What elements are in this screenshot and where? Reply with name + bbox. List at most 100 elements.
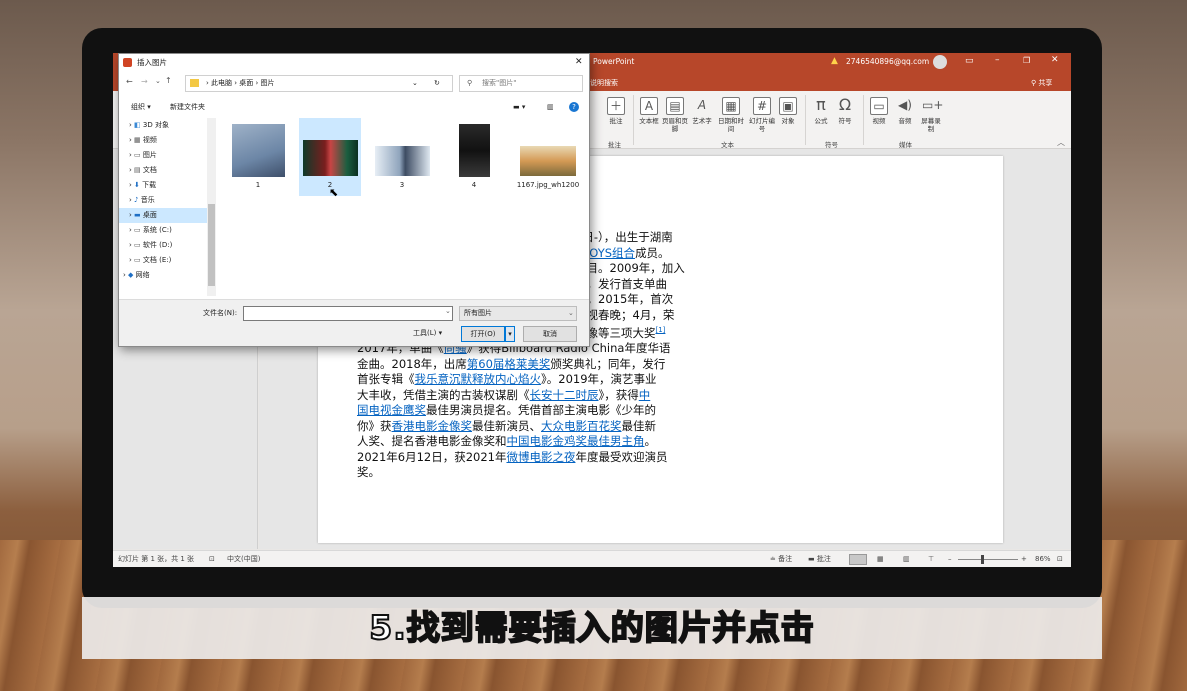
audio-label: 音频 — [898, 117, 912, 125]
nav-item-documents[interactable]: › ▤ 文档 — [119, 163, 207, 178]
file-list: 1 2 3 4 1167.jpg_wh1200 ⬉ — [219, 118, 589, 296]
help-icon[interactable]: ? — [569, 102, 579, 112]
breadcrumb-desktop[interactable]: 桌面 — [239, 79, 253, 87]
fit-slide-icon[interactable]: ⊡ — [1057, 551, 1063, 567]
text-line: 金曲。2018年，出席第60届格莱美奖颁奖典礼；同年，发行 — [357, 357, 702, 373]
file-item-5[interactable]: 1167.jpg_wh1200 — [515, 118, 581, 196]
share-button[interactable]: ⚲ 共享 — [1031, 78, 1052, 88]
textbox-button[interactable]: A 文本框 — [637, 97, 661, 125]
zoom-in-button[interactable]: + — [1021, 551, 1027, 567]
organize-button[interactable]: 组织 ▾ — [131, 98, 151, 116]
header-footer-label: 页眉和页脚 — [662, 117, 688, 133]
filename-dropdown-icon[interactable]: ⌄ — [445, 307, 451, 315]
zoom-slider[interactable] — [958, 559, 1018, 560]
nav-item-music[interactable]: › ♪ 音乐 — [119, 193, 207, 208]
reading-view-icon[interactable]: ▥ — [903, 551, 910, 567]
zoom-out-button[interactable]: – — [948, 551, 952, 567]
slide-number-label: 幻灯片编号 — [749, 117, 775, 133]
link-grammy[interactable]: 第60届格莱美奖 — [467, 357, 551, 371]
zoom-slider-thumb[interactable] — [981, 555, 984, 564]
link-album[interactable]: 我乐意沉默释放内心焰火 — [415, 372, 542, 386]
open-button[interactable]: 打开(O) — [461, 326, 505, 342]
up-arrow-icon[interactable]: ↑ — [165, 76, 172, 85]
link-hundred-flowers[interactable]: 大众电影百花奖 — [541, 419, 622, 433]
insert-picture-dialog: 插入图片 ✕ ← → ⌄ ↑ › 此电脑 › 桌面 › 图片 ⌄ ↻ ⚲ 搜索"… — [118, 53, 590, 347]
datetime-button[interactable]: ▦ 日期和时间 — [715, 97, 747, 133]
view-options-icon[interactable]: ▬ ▾ — [513, 98, 525, 116]
nav-item-downloads[interactable]: › ⬇ 下载 — [119, 178, 207, 193]
restore-icon[interactable]: ❐ — [1023, 56, 1030, 65]
filetype-select[interactable]: 所有图片 ⌄ — [459, 306, 577, 321]
citation-link[interactable]: [1] — [656, 326, 666, 334]
notes-label: 备注 — [778, 555, 793, 563]
nav-item-videos[interactable]: › ▦ 视频 — [119, 133, 207, 148]
slideshow-icon[interactable]: ⊤ — [928, 551, 934, 567]
file-item-4[interactable]: 4 — [443, 118, 505, 196]
group-label-comments: 批注 — [608, 141, 621, 149]
text-run: 人奖、提名香港电影金像奖和 — [357, 434, 507, 449]
forward-arrow-icon[interactable]: → — [141, 77, 148, 86]
nav-scrollbar-thumb[interactable] — [208, 204, 215, 286]
header-footer-button[interactable]: ▤ 页眉和页脚 — [661, 97, 689, 133]
file-item-1[interactable]: 1 — [227, 118, 289, 196]
slide-number-button[interactable]: # 幻灯片编号 — [749, 97, 775, 133]
audio-button[interactable]: ◀) 音频 — [893, 97, 917, 125]
link-golden-eagle[interactable]: 国电视金鹰奖 — [357, 403, 426, 417]
close-icon[interactable]: ✕ — [1051, 55, 1059, 65]
nav-label: 软件 (D:) — [142, 241, 173, 249]
account-name[interactable]: 2746540896@qq.com — [846, 57, 929, 66]
nav-item-desktop[interactable]: › ▬ 桌面 — [119, 208, 207, 223]
text-run: 最佳新演员、 — [472, 418, 541, 433]
file-item-3[interactable]: 3 — [371, 118, 433, 196]
search-box[interactable]: ⚲ 搜索"图片" — [459, 75, 583, 92]
tell-me-search[interactable]: 说明搜索 — [590, 78, 618, 88]
language-indicator[interactable]: 中文(中国) — [227, 551, 260, 567]
video-button[interactable]: ▭ 视频 — [867, 97, 891, 125]
back-arrow-icon[interactable]: ← — [126, 77, 133, 86]
file-item-2[interactable]: 2 — [299, 118, 361, 196]
minimize-icon[interactable]: – — [995, 55, 1000, 65]
new-folder-button[interactable]: 新建文件夹 — [170, 98, 205, 116]
refresh-icon[interactable]: ↻ — [434, 76, 440, 91]
comment-button[interactable]: ＋ 批注 — [603, 97, 629, 125]
accessibility-icon[interactable]: ⊡ — [209, 551, 215, 567]
wordart-icon: A — [697, 98, 707, 112]
breadcrumb-this-pc[interactable]: 此电脑 — [211, 79, 232, 87]
notes-button[interactable]: ≐ 备注 — [770, 551, 792, 567]
recent-dropdown-icon[interactable]: ⌄ — [155, 77, 161, 85]
link-drama[interactable]: 长安十二时辰 — [530, 388, 599, 402]
nav-item-drive-e[interactable]: › ▭ 文档 (E:) — [119, 253, 207, 268]
symbol-button[interactable]: Ω 符号 — [833, 97, 857, 126]
screen-recording-button[interactable]: ▭+ 屏幕录制 — [919, 97, 943, 133]
text-line: 2021年6月12日，获2021年微博电影之夜年度最受欢迎演员 — [357, 450, 702, 466]
link-hk-film-award[interactable]: 香港电影金像奖 — [392, 419, 473, 433]
equation-button[interactable]: π 公式 — [809, 97, 833, 126]
ribbon-display-icon[interactable]: ▭ — [965, 56, 974, 66]
normal-view-button[interactable] — [849, 554, 867, 565]
tools-button[interactable]: 工具(L) ▾ — [413, 328, 442, 338]
text-line: 大丰收，凭借主演的古装权谋剧《长安十二时辰》，获得中 — [357, 388, 702, 404]
link-weibo-night[interactable]: 微博电影之夜 — [506, 450, 575, 464]
link-golden-rooster[interactable]: 中国电影金鸡奖最佳男主角 — [507, 434, 645, 448]
link-golden-eagle[interactable]: 中 — [639, 388, 651, 402]
preview-pane-icon[interactable]: ▥ — [547, 98, 554, 116]
address-dropdown-icon[interactable]: ⌄ — [412, 76, 418, 91]
slide-sorter-icon[interactable]: ▦ — [877, 551, 884, 567]
cancel-button[interactable]: 取消 — [523, 326, 577, 342]
nav-item-network[interactable]: › ◆ 网络 — [119, 268, 207, 283]
address-bar[interactable]: › 此电脑 › 桌面 › 图片 ⌄ ↻ — [185, 75, 453, 92]
collapse-ribbon-icon[interactable]: ︿ — [1057, 137, 1065, 148]
filename-input[interactable] — [243, 306, 453, 321]
nav-item-drive-d[interactable]: › ▭ 软件 (D:) — [119, 238, 207, 253]
open-dropdown-button[interactable]: ▾ — [505, 326, 515, 342]
close-icon[interactable]: ✕ — [575, 54, 583, 71]
nav-item-3d-objects[interactable]: › ◧ 3D 对象 — [119, 118, 207, 133]
object-button[interactable]: ▣ 对象 — [777, 97, 799, 125]
comments-button[interactable]: ▬ 批注 — [808, 551, 831, 567]
avatar[interactable] — [933, 55, 947, 69]
nav-item-pictures[interactable]: › ▭ 图片 — [119, 148, 207, 163]
breadcrumb-pictures[interactable]: 图片 — [261, 79, 275, 87]
zoom-level[interactable]: 86% — [1035, 551, 1051, 567]
wordart-button[interactable]: A 艺术字 — [691, 97, 713, 125]
nav-item-drive-c[interactable]: › ▭ 系统 (C:) — [119, 223, 207, 238]
